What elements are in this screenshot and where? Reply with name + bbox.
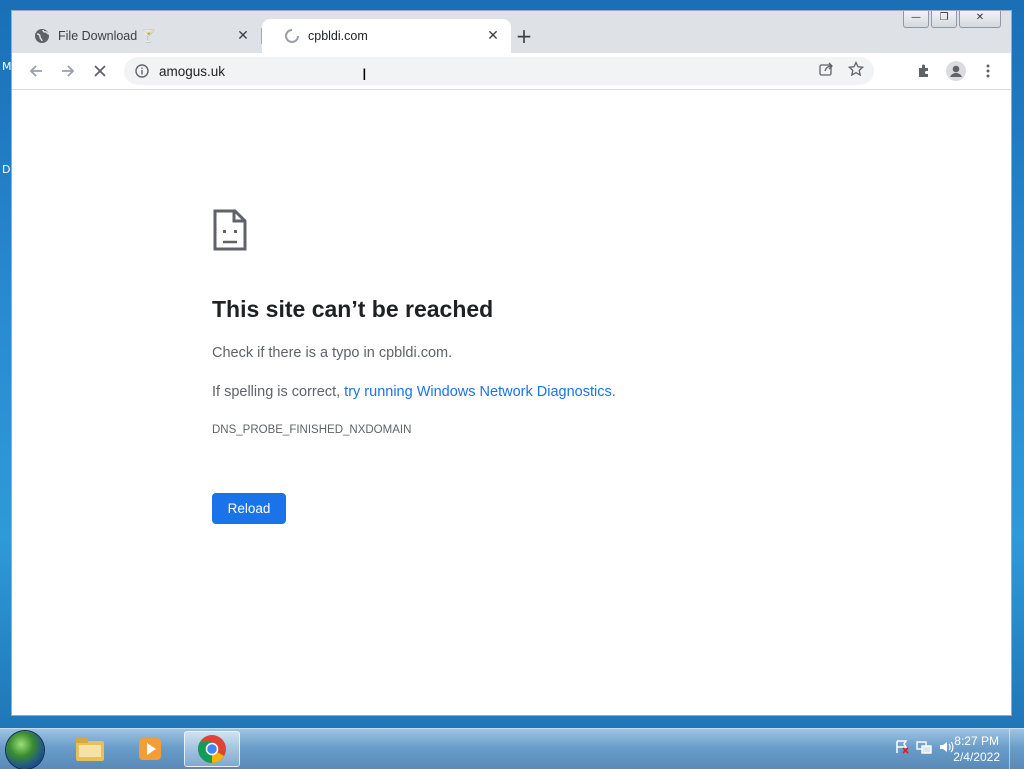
system-tray [894, 739, 954, 759]
close-window-button[interactable]: ✕ [959, 11, 1001, 28]
extensions-icon[interactable] [912, 59, 936, 83]
globe-icon [34, 28, 50, 44]
sad-document-icon [212, 208, 248, 256]
network-icon[interactable] [916, 739, 932, 759]
back-arrow-icon[interactable] [24, 59, 48, 83]
error-diagnostics-hint: If spelling is correct, try running Wind… [212, 384, 616, 400]
error-title: This site can’t be reached [212, 296, 494, 322]
chrome-icon[interactable] [184, 731, 240, 767]
error-code: DNS_PROBE_FINISHED_NXDOMAIN [212, 424, 412, 436]
clock-date: 2/4/2022 [953, 750, 1000, 764]
diagnostics-suffix: . [611, 384, 616, 400]
menu-icon[interactable] [976, 59, 1000, 83]
taskbar-clock[interactable]: 8:27 PM 2/4/2022 [953, 733, 1000, 765]
action-center-icon[interactable] [894, 739, 910, 759]
error-page: This site can’t be reached Check if ther… [12, 90, 1011, 715]
new-tab-button[interactable]: + [512, 25, 536, 49]
tab-file-download[interactable]: File Download 🍸 ✕ [12, 19, 262, 53]
forward-arrow-icon[interactable] [56, 59, 80, 83]
browser-window: File Download 🍸 ✕ cpbldi.com ✕ + — ❐ ✕ a… [11, 10, 1012, 716]
text-cursor-icon: I [362, 65, 367, 84]
clock-time: 8:27 PM [954, 734, 999, 748]
address-bar[interactable]: amogus.uk [124, 57, 874, 85]
start-button[interactable] [6, 731, 44, 769]
network-diagnostics-link[interactable]: try running Windows Network Diagnostics [344, 384, 612, 400]
tab-title: cpbldi.com [308, 29, 368, 43]
tab-close-icon[interactable]: ✕ [235, 28, 251, 44]
tab-cpbldi[interactable]: cpbldi.com ✕ [262, 19, 511, 53]
share-icon[interactable] [818, 61, 834, 81]
desktop-icon-label-d: D [2, 163, 11, 176]
profile-icon[interactable] [944, 59, 968, 83]
reload-button[interactable]: Reload [212, 493, 286, 524]
error-typo-hint: Check if there is a typo in cpbldi.com. [212, 345, 453, 361]
minimize-button[interactable]: — [903, 11, 929, 28]
stop-loading-icon[interactable] [88, 59, 112, 83]
restore-button[interactable]: ❐ [931, 11, 957, 28]
tab-strip: File Download 🍸 ✕ cpbldi.com ✕ + — ❐ ✕ [12, 11, 1011, 53]
file-explorer-icon[interactable] [62, 731, 118, 767]
volume-icon[interactable] [938, 739, 954, 759]
browser-toolbar: amogus.uk [12, 53, 1011, 90]
site-info-icon[interactable] [134, 63, 150, 79]
window-controls: — ❐ ✕ [903, 11, 1001, 28]
media-player-icon[interactable] [122, 731, 178, 767]
tab-close-icon[interactable]: ✕ [485, 28, 501, 44]
taskbar: 8:27 PM 2/4/2022 [0, 728, 1024, 769]
show-desktop-button[interactable] [1009, 729, 1024, 769]
tab-title: File Download 🍸 [58, 28, 157, 43]
url-text[interactable]: amogus.uk [159, 64, 225, 79]
diagnostics-prefix: If spelling is correct, [212, 384, 345, 400]
loading-spinner-icon [284, 28, 300, 44]
star-icon[interactable] [847, 60, 865, 81]
